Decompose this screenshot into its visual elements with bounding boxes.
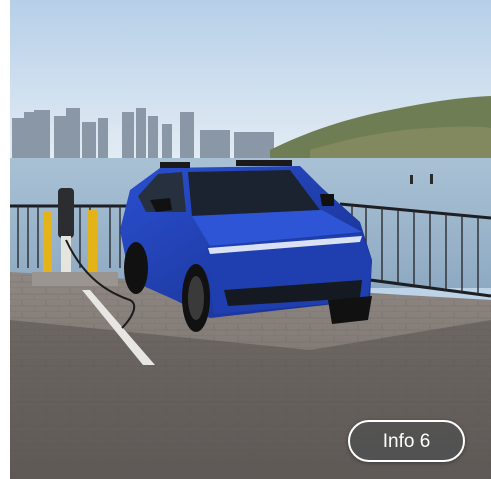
bollard-left [43, 212, 52, 276]
gallery-frame: Info 6 [0, 0, 491, 479]
bollard-right [88, 210, 97, 274]
vehicle-photo: Info 6 [10, 0, 491, 479]
photo-scene [10, 0, 491, 479]
info-button[interactable]: Info 6 [348, 420, 465, 462]
